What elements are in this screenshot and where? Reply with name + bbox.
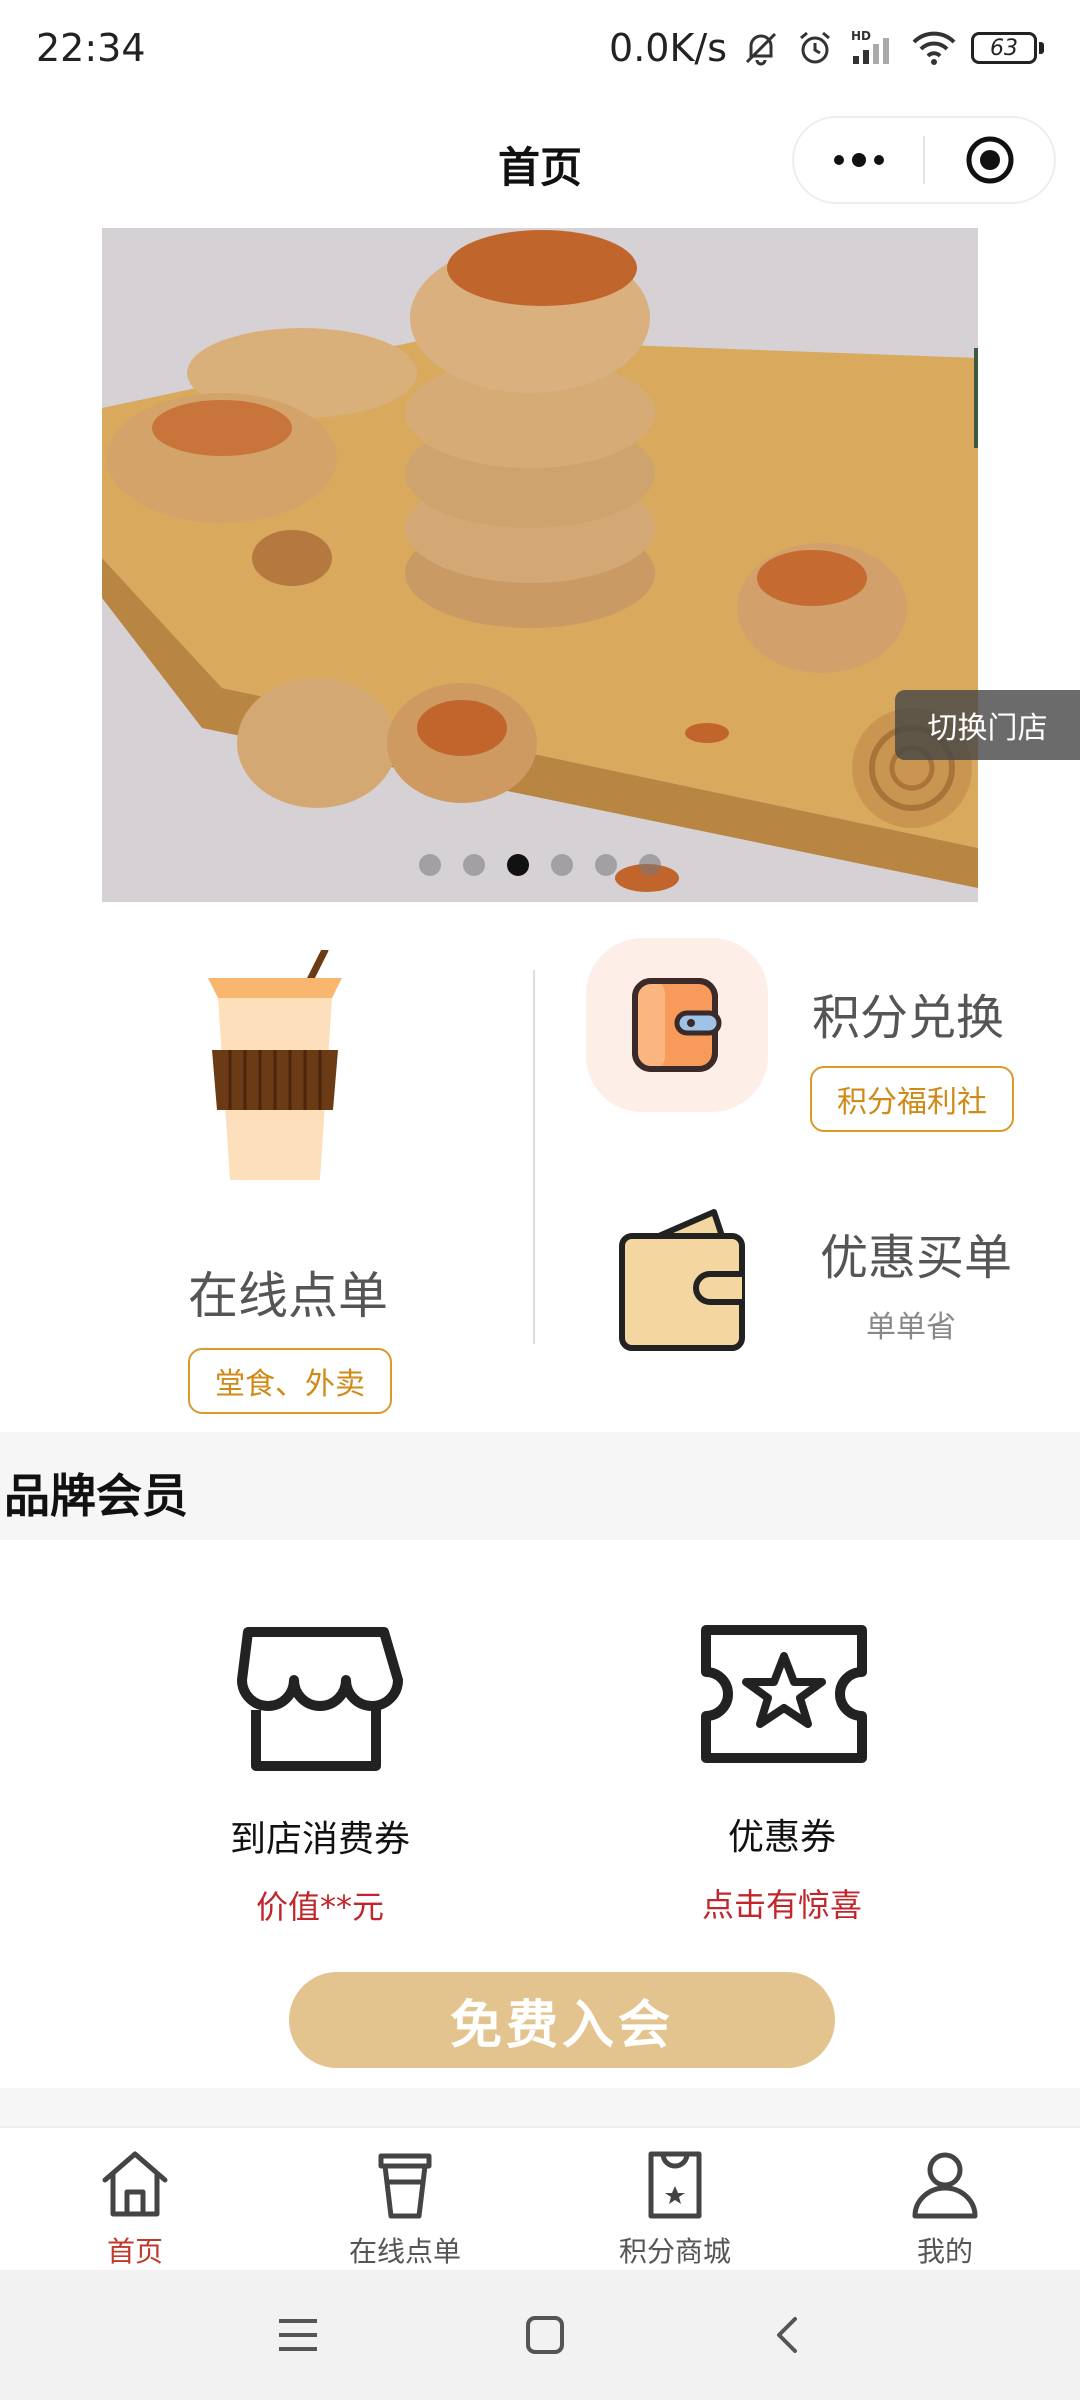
svg-text:HD: HD xyxy=(851,29,871,43)
star-ticket-icon xyxy=(701,1625,867,1763)
back-icon[interactable] xyxy=(767,2313,807,2357)
brand-member-header: 品牌会员 xyxy=(0,1432,1080,1540)
alarm-icon xyxy=(800,31,830,64)
wallet-card-icon xyxy=(632,978,722,1072)
tab-home[interactable]: 首页 xyxy=(0,2128,270,2270)
mini-program-capsule xyxy=(792,116,1056,204)
system-nav-bar xyxy=(0,2270,1080,2400)
tab-me[interactable]: 我的 xyxy=(810,2128,1080,2270)
wifi-icon xyxy=(912,31,956,65)
points-exchange-tag: 积分福利社 xyxy=(810,1066,1014,1132)
brand-member-title: 品牌会员 xyxy=(4,1469,188,1523)
shopping-bag-icon xyxy=(648,2151,702,2219)
points-exchange-card[interactable]: 积分兑换 积分福利社 xyxy=(586,938,1026,1138)
points-icon-bg xyxy=(586,938,768,1112)
tab-online-order-label: 在线点单 xyxy=(348,2235,461,2268)
carousel-dots xyxy=(102,854,978,876)
switch-store-button[interactable]: 切换门店 xyxy=(895,690,1080,760)
tab-home-label: 首页 xyxy=(106,2235,163,2268)
carousel-dot-active[interactable] xyxy=(507,854,529,876)
status-icons: 0.0K/s HD 63 xyxy=(609,26,1044,70)
coupon-card[interactable]: 优惠券 点击有惊喜 xyxy=(662,1540,902,1940)
battery-icon: 63 xyxy=(971,32,1044,64)
carousel-dot[interactable] xyxy=(419,854,441,876)
store-icon xyxy=(237,1627,403,1771)
discount-pay-sub: 单单省 xyxy=(866,1310,956,1345)
tab-bar: 首页 在线点单 积分商城 我的 xyxy=(0,2126,1080,2270)
online-order-card[interactable]: 在线点单 堂食、外卖 xyxy=(120,950,450,1414)
section-spacer xyxy=(0,2088,1080,2126)
carousel-dot[interactable] xyxy=(551,854,573,876)
nav-bar: 首页 xyxy=(0,110,1080,210)
discount-pay-card[interactable]: 优惠买单 单单省 xyxy=(604,1206,1044,1366)
coupon-label: 优惠券 xyxy=(727,1817,836,1858)
user-icon xyxy=(912,2152,978,2219)
carousel-dot[interactable] xyxy=(639,854,661,876)
store-voucher-sub: 价值**元 xyxy=(255,1888,384,1926)
join-free-button[interactable]: 免费入会 xyxy=(289,1972,835,2068)
signal-icon: HD xyxy=(851,29,889,64)
cup-icon xyxy=(378,2153,432,2219)
home-icon xyxy=(102,2151,168,2217)
tab-points-mall-label: 积分商城 xyxy=(618,2235,731,2268)
menu-icon[interactable] xyxy=(273,2315,323,2355)
online-order-title: 在线点单 xyxy=(188,1267,388,1325)
home-square-icon[interactable] xyxy=(523,2313,567,2357)
brand-member-section: 到店消费券 价值**元 优惠券 点击有惊喜 免费入会 xyxy=(0,1540,1080,2088)
banner-image xyxy=(102,228,978,902)
coupon-sub: 点击有惊喜 xyxy=(701,1886,862,1924)
more-dots-icon xyxy=(833,153,884,167)
store-voucher-label: 到店消费券 xyxy=(229,1819,410,1860)
status-time: 22:34 xyxy=(36,26,146,70)
wallet-icon xyxy=(619,1209,745,1351)
target-icon xyxy=(966,136,1013,184)
quick-actions: 在线点单 堂食、外卖 积分兑换 积分福利社 优惠买单 单单省 xyxy=(0,920,1080,1430)
coffee-cup-icon xyxy=(208,950,342,1180)
actions-divider xyxy=(533,970,535,1344)
points-exchange-title: 积分兑换 xyxy=(812,990,1005,1046)
discount-pay-title: 优惠买单 xyxy=(820,1230,1013,1286)
carousel-dot[interactable] xyxy=(463,854,485,876)
net-speed: 0.0K/s xyxy=(609,26,727,70)
more-button[interactable] xyxy=(794,118,923,202)
store-voucher-card[interactable]: 到店消费券 价值**元 xyxy=(200,1540,440,1940)
tab-me-label: 我的 xyxy=(916,2235,973,2268)
tab-online-order[interactable]: 在线点单 xyxy=(270,2128,540,2270)
tab-points-mall[interactable]: 积分商城 xyxy=(540,2128,810,2270)
status-bar: 22:34 0.0K/s HD 63 xyxy=(0,0,1080,96)
banner-carousel[interactable] xyxy=(102,228,978,902)
mute-bell-icon xyxy=(745,32,777,66)
close-mini-program-button[interactable] xyxy=(925,118,1054,202)
battery-level: 63 xyxy=(990,35,1018,61)
carousel-dot[interactable] xyxy=(595,854,617,876)
online-order-tag: 堂食、外卖 xyxy=(188,1348,392,1414)
